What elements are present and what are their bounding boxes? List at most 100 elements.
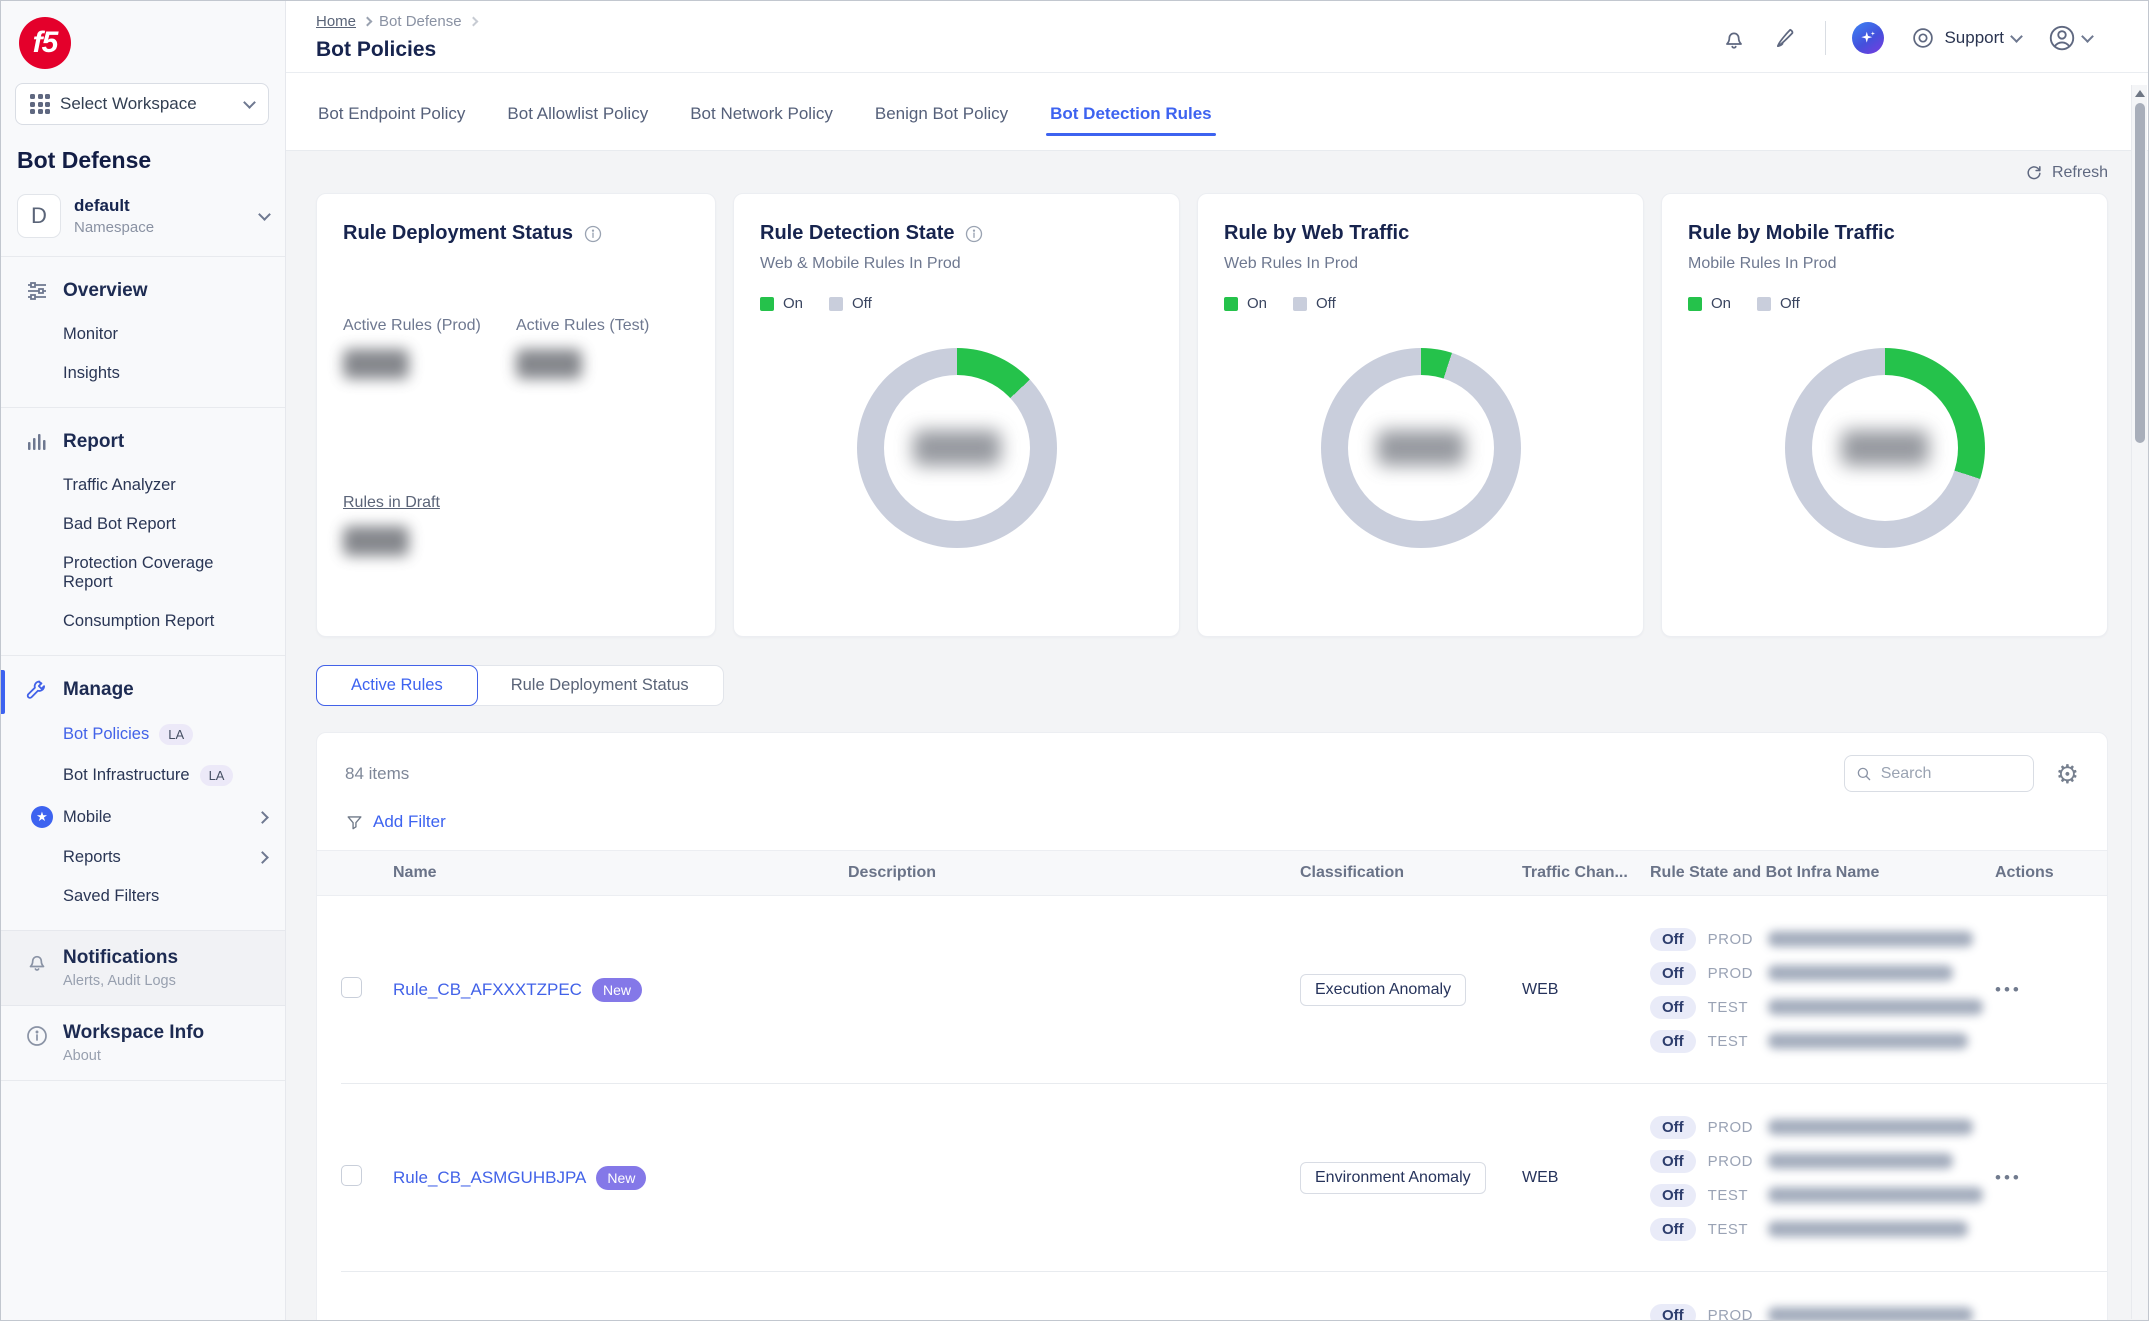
environment-label: PROD — [1708, 1307, 1756, 1321]
donut-legend: On Off — [1688, 295, 2081, 312]
legend-off-swatch — [1757, 297, 1771, 311]
row-actions-button[interactable]: ••• — [1995, 980, 2022, 999]
tab-bot-endpoint-policy[interactable]: Bot Endpoint Policy — [316, 104, 467, 150]
vertical-scrollbar[interactable] — [2131, 85, 2147, 1319]
page-title: Bot Policies — [316, 38, 477, 62]
namespace-type: Namespace — [74, 219, 154, 236]
product-title: Bot Defense — [1, 125, 285, 174]
state-pill: Off — [1650, 962, 1696, 985]
workspace-selector[interactable]: Select Workspace — [15, 83, 269, 125]
tab-bot-allowlist-policy[interactable]: Bot Allowlist Policy — [505, 104, 650, 150]
environment-label: PROD — [1708, 965, 1756, 982]
chevron-down-icon — [2081, 30, 2094, 43]
sidebar-item-bot-infrastructure[interactable]: Bot Infrastructure LA — [1, 755, 285, 796]
rule-state-line: OffPROD — [1650, 1112, 1995, 1142]
nav-section-manage: Manage Bot Policies LA Bot Infrastructur… — [1, 656, 285, 930]
blurred-infra-name — [1768, 1221, 1968, 1237]
chevron-right-icon — [363, 17, 373, 27]
sidebar-item-protection-coverage-report[interactable]: Protection Coverage Report — [1, 544, 285, 602]
column-header-traffic-channel[interactable]: Traffic Chan... — [1522, 864, 1650, 882]
sidebar-item-mobile[interactable]: ★ Mobile — [1, 796, 285, 838]
scrollbar-thumb[interactable] — [2135, 103, 2145, 443]
chevron-down-icon — [243, 96, 256, 109]
bell-icon — [25, 949, 49, 973]
sidebar-item-label: Manage — [63, 679, 134, 701]
rule-state-line: OffTEST — [1650, 1214, 1995, 1244]
sidebar-item-bad-bot-report[interactable]: Bad Bot Report — [1, 505, 285, 544]
blurred-value — [343, 526, 409, 556]
sidebar-item-workspace-info[interactable]: Workspace Info About — [1, 1006, 285, 1080]
row-checkbox[interactable] — [341, 1165, 362, 1186]
chevron-right-icon — [256, 811, 269, 824]
sidebar-item-notifications[interactable]: Notifications Alerts, Audit Logs — [1, 930, 285, 1006]
mobile-traffic-donut — [1785, 348, 1985, 548]
environment-label: PROD — [1708, 1119, 1756, 1136]
brush-icon[interactable] — [1773, 25, 1799, 51]
sidebar-item-overview[interactable]: Overview — [1, 267, 285, 315]
add-filter-button[interactable]: Add Filter — [317, 792, 2107, 850]
web-traffic-donut — [1321, 348, 1521, 548]
tab-bot-detection-rules[interactable]: Bot Detection Rules — [1048, 104, 1214, 150]
table-header: Name Description Classification Traffic … — [317, 850, 2107, 896]
row-checkbox[interactable] — [341, 977, 362, 998]
scroll-up-arrow[interactable] — [2135, 90, 2145, 97]
info-icon[interactable] — [583, 224, 603, 244]
namespace-selector[interactable]: D default Namespace — [1, 174, 285, 256]
summary-cards: Rule Deployment Status Active Rules (Pro… — [316, 193, 2108, 637]
environment-label: TEST — [1708, 999, 1756, 1016]
column-header-description[interactable]: Description — [848, 864, 1300, 882]
blurred-value — [1377, 430, 1465, 466]
sidebar-item-saved-filters[interactable]: Saved Filters — [1, 877, 285, 916]
column-header-classification[interactable]: Classification — [1300, 864, 1522, 882]
legend-off-swatch — [1293, 297, 1307, 311]
sparkle-icon — [1858, 28, 1878, 48]
rule-name-link[interactable]: Rule_CB_AFXXXTZPEC — [393, 980, 582, 1000]
state-pill: Off — [1650, 1304, 1696, 1321]
account-menu[interactable] — [2047, 23, 2092, 53]
classification-cell: Environment Anomaly — [1300, 1162, 1522, 1194]
sidebar-item-bot-policies[interactable]: Bot Policies LA — [1, 714, 285, 755]
nav-section-overview: Overview Monitor Insights — [1, 257, 285, 407]
sidebar-item-reports[interactable]: Reports — [1, 838, 285, 877]
tab-benign-bot-policy[interactable]: Benign Bot Policy — [873, 104, 1010, 150]
rules-in-draft-link[interactable]: Rules in Draft — [343, 494, 440, 511]
refresh-button[interactable]: Refresh — [2024, 163, 2108, 183]
search-input[interactable] — [1881, 765, 2023, 783]
blurred-infra-name — [1768, 1033, 1968, 1049]
legend-on-swatch — [1224, 297, 1238, 311]
rule-name-link[interactable]: Rule_CB_ASMGUHBJPA — [393, 1168, 586, 1188]
rule-state-line: Off PROD — [1650, 958, 1995, 988]
sidebar-item-report[interactable]: Report — [1, 418, 285, 466]
legend-on-swatch — [760, 297, 774, 311]
chevron-down-icon — [2010, 30, 2023, 43]
column-header-name[interactable]: Name — [393, 864, 848, 882]
search-icon — [1855, 765, 1873, 783]
sidebar-item-traffic-analyzer[interactable]: Traffic Analyzer — [1, 466, 285, 505]
toggle-rule-deployment-status[interactable]: Rule Deployment Status — [477, 666, 723, 705]
sidebar-item-monitor[interactable]: Monitor — [1, 315, 285, 354]
info-icon[interactable] — [964, 224, 984, 244]
row-actions-button[interactable]: ••• — [1995, 1168, 2022, 1187]
sidebar-item-consumption-report[interactable]: Consumption Report — [1, 602, 285, 641]
wrench-icon — [25, 678, 49, 702]
column-header-rule-state[interactable]: Rule State and Bot Infra Name — [1650, 864, 1995, 882]
rule-state-line: OffTEST — [1650, 992, 1995, 1022]
sidebar-item-manage[interactable]: Manage — [1, 666, 285, 714]
gear-icon[interactable]: ⚙ — [2056, 761, 2079, 787]
la-badge: LA — [159, 724, 193, 745]
namespace-name: default — [74, 196, 154, 216]
sidebar-item-insights[interactable]: Insights — [1, 354, 285, 393]
bell-icon[interactable] — [1721, 25, 1747, 51]
breadcrumb: Home Bot Defense — [316, 13, 477, 30]
breadcrumb-home-link[interactable]: Home — [316, 13, 356, 30]
tab-bot-network-policy[interactable]: Bot Network Policy — [688, 104, 835, 150]
new-badge: New — [596, 1166, 646, 1190]
f5-logo[interactable]: f5 — [1, 1, 285, 69]
ai-assistant-button[interactable] — [1852, 22, 1884, 54]
rule-state-line: OffPROD — [1650, 1146, 1995, 1176]
support-menu[interactable]: Support — [1910, 25, 2021, 51]
state-pill: Off — [1650, 1030, 1696, 1053]
toggle-active-rules[interactable]: Active Rules — [316, 665, 478, 706]
star-badge-icon: ★ — [31, 806, 53, 828]
chevron-down-icon — [258, 208, 271, 221]
